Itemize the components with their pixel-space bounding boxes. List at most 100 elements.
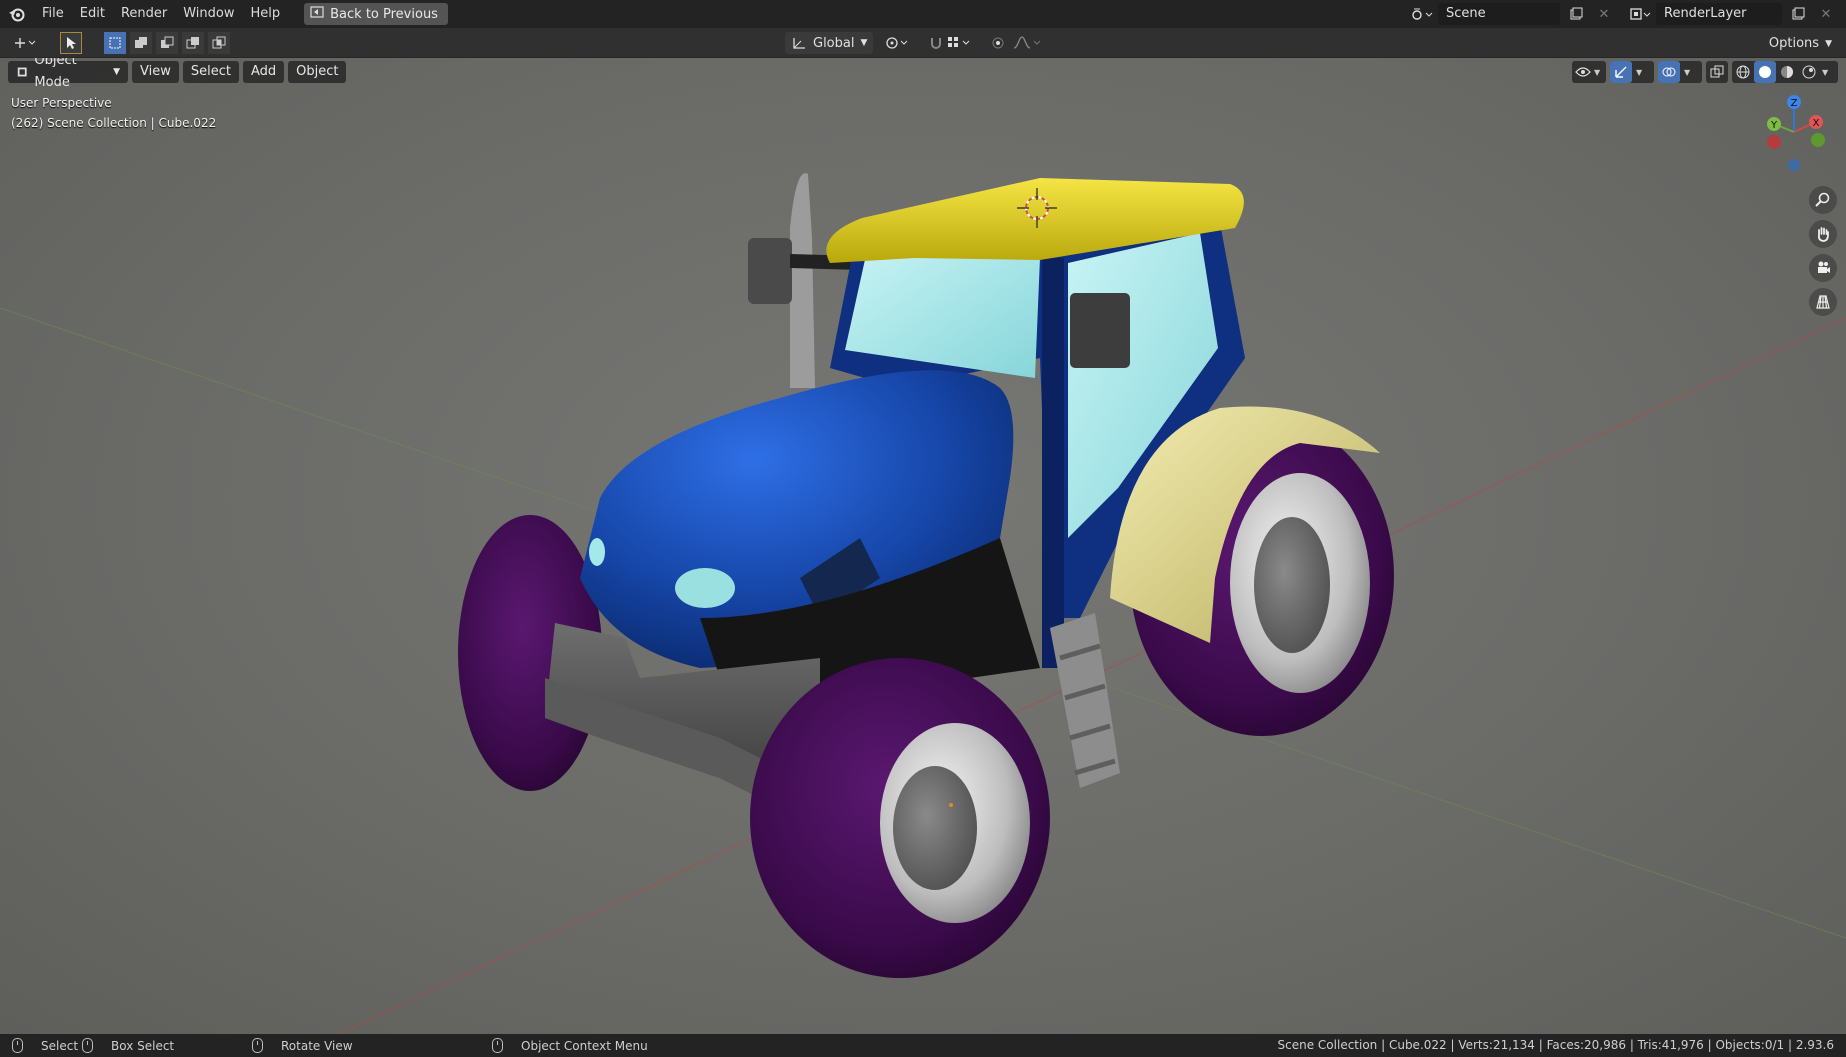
menu-object[interactable]: Object — [288, 61, 347, 83]
gizmo-z-label: Z — [1791, 98, 1798, 109]
chevron-down-icon: ▼ — [1825, 38, 1832, 49]
pivot-point-dropdown[interactable] — [879, 32, 917, 54]
orientation-label: Global — [813, 35, 855, 51]
tool-header: Global ▼ Options ▼ — [0, 28, 1846, 58]
chevron-down-icon: ▼ — [860, 38, 868, 48]
status-box-select-hint: Box Select — [82, 1038, 174, 1053]
falloff-curve-icon — [1014, 36, 1041, 49]
solid-shading-icon[interactable] — [1754, 61, 1776, 83]
select-intersect-mode-icon[interactable] — [208, 32, 230, 54]
viewport-display-controls: ▼ ▼ ▼ ▼ — [1572, 61, 1838, 83]
navigation-tools — [1809, 186, 1837, 316]
pan-hand-icon[interactable] — [1809, 220, 1837, 248]
visibility-dropdown[interactable]: ▼ — [1572, 61, 1606, 83]
right-mouse-icon — [492, 1038, 503, 1053]
camera-view-icon[interactable] — [1809, 254, 1837, 282]
exhaust-pipe — [790, 173, 815, 388]
select-tool-icon[interactable] — [60, 32, 82, 54]
proportional-editing-controls[interactable] — [985, 32, 1049, 54]
perspective-toggle-icon[interactable] — [1809, 288, 1837, 316]
menu-view[interactable]: View — [132, 61, 179, 83]
menu-render[interactable]: Render — [113, 0, 175, 28]
delete-scene-icon[interactable]: ✕ — [1592, 3, 1616, 25]
wireframe-shading-icon[interactable] — [1732, 61, 1754, 83]
transform-orientation-dropdown[interactable]: Global ▼ — [785, 32, 874, 54]
back-to-previous-label: Back to Previous — [330, 6, 438, 22]
chevron-down-icon[interactable]: ▼ — [1822, 68, 1828, 77]
editor-type-icon — [15, 38, 36, 48]
render-layer-selector: RenderLayer ✕ — [1628, 3, 1838, 25]
back-to-previous-button[interactable]: Back to Previous — [304, 3, 448, 25]
status-rotate-hint: Rotate View — [252, 1038, 353, 1053]
status-context-hint: Object Context Menu — [492, 1038, 648, 1053]
box-select-hint-label: Box Select — [111, 1038, 175, 1053]
select-subtract-mode-icon[interactable] — [156, 32, 178, 54]
scene-browse-icon[interactable] — [1410, 3, 1434, 25]
gizmo-x-label: X — [1813, 118, 1820, 129]
blender-logo-icon[interactable] — [0, 0, 34, 28]
viewport-header: Object Mode ▼ View Select Add Object — [8, 58, 347, 90]
right-mirror — [1070, 293, 1130, 368]
new-scene-icon[interactable] — [1564, 3, 1588, 25]
new-render-layer-icon[interactable] — [1786, 3, 1810, 25]
navigation-gizmo[interactable]: Z X Y — [1754, 94, 1834, 184]
magnet-icon — [931, 38, 942, 49]
render-layer-field[interactable]: RenderLayer — [1656, 3, 1782, 25]
overlays-toggle[interactable]: ▼ — [1658, 61, 1702, 83]
scene-selector: Scene ✕ — [1410, 3, 1616, 25]
scene-name-field[interactable]: Scene — [1438, 3, 1560, 25]
gizmo-neg-z-icon[interactable] — [1788, 159, 1800, 171]
origin-dot — [949, 803, 953, 807]
top-menu-bar: File Edit Render Window Help Back to Pre… — [0, 0, 1846, 28]
editor-type-dropdown[interactable] — [8, 32, 42, 54]
menu-select[interactable]: Select — [182, 61, 239, 83]
gizmo-y-label: Y — [1770, 120, 1778, 131]
material-preview-shading-icon[interactable] — [1776, 61, 1798, 83]
front-right-hub — [893, 766, 977, 890]
back-screen-icon — [310, 6, 324, 22]
gizmo-neg-y-icon[interactable] — [1811, 133, 1825, 147]
render-layer-browse-icon[interactable] — [1628, 3, 1652, 25]
status-bar: Select Box Select Rotate View Object Con… — [0, 1034, 1846, 1057]
snap-grid-icon — [948, 37, 970, 47]
select-new-mode-icon[interactable] — [104, 32, 126, 54]
active-object-label: (262) Scene Collection | Cube.022 — [11, 116, 217, 130]
menu-window[interactable]: Window — [175, 0, 242, 28]
menu-help[interactable]: Help — [243, 0, 289, 28]
perspective-label: User Perspective — [11, 96, 112, 110]
status-select-hint: Select — [12, 1038, 78, 1053]
gizmo-neg-x-icon[interactable] — [1767, 135, 1781, 149]
menu-add[interactable]: Add — [242, 61, 285, 83]
cab-pillar — [1042, 258, 1064, 668]
options-dropdown[interactable]: Options ▼ — [1763, 33, 1838, 55]
rotate-view-hint-label: Rotate View — [281, 1038, 353, 1053]
object-mode-dropdown[interactable]: Object Mode ▼ — [8, 58, 128, 90]
zoom-icon[interactable] — [1809, 186, 1837, 214]
shading-mode-group: ▼ — [1732, 61, 1838, 83]
eye-icon — [1572, 61, 1594, 83]
scene-statistics: Scene Collection | Cube.022 | Verts:21,1… — [1277, 1038, 1834, 1052]
front-headlight — [675, 568, 735, 608]
gizmo-toggle[interactable]: ▼ — [1610, 61, 1654, 83]
object-mode-icon — [17, 67, 27, 77]
rear-right-hub — [1254, 517, 1330, 653]
chevron-down-icon: ▼ — [113, 67, 120, 77]
gizmo-icon — [1610, 61, 1632, 83]
select-invert-mode-icon[interactable] — [182, 32, 204, 54]
context-menu-hint-label: Object Context Menu — [521, 1038, 648, 1053]
side-headlight — [589, 538, 605, 566]
object-mode-label: Object Mode — [34, 58, 77, 90]
xray-toggle[interactable] — [1706, 61, 1728, 83]
select-hint-label: Select — [41, 1038, 79, 1053]
menu-file[interactable]: File — [34, 0, 72, 28]
xray-icon — [1706, 61, 1728, 83]
select-extend-mode-icon[interactable] — [130, 32, 152, 54]
drag-mouse-icon — [82, 1038, 93, 1053]
delete-render-layer-icon[interactable]: ✕ — [1814, 3, 1838, 25]
orientation-axes-icon — [793, 38, 805, 49]
rendered-shading-icon[interactable] — [1798, 61, 1820, 83]
3d-viewport[interactable]: Object Mode ▼ View Select Add Object ▼ ▼… — [0, 58, 1846, 1034]
snapping-controls[interactable] — [923, 32, 979, 54]
menu-edit[interactable]: Edit — [72, 0, 113, 28]
proportional-edit-icon — [992, 37, 1004, 49]
